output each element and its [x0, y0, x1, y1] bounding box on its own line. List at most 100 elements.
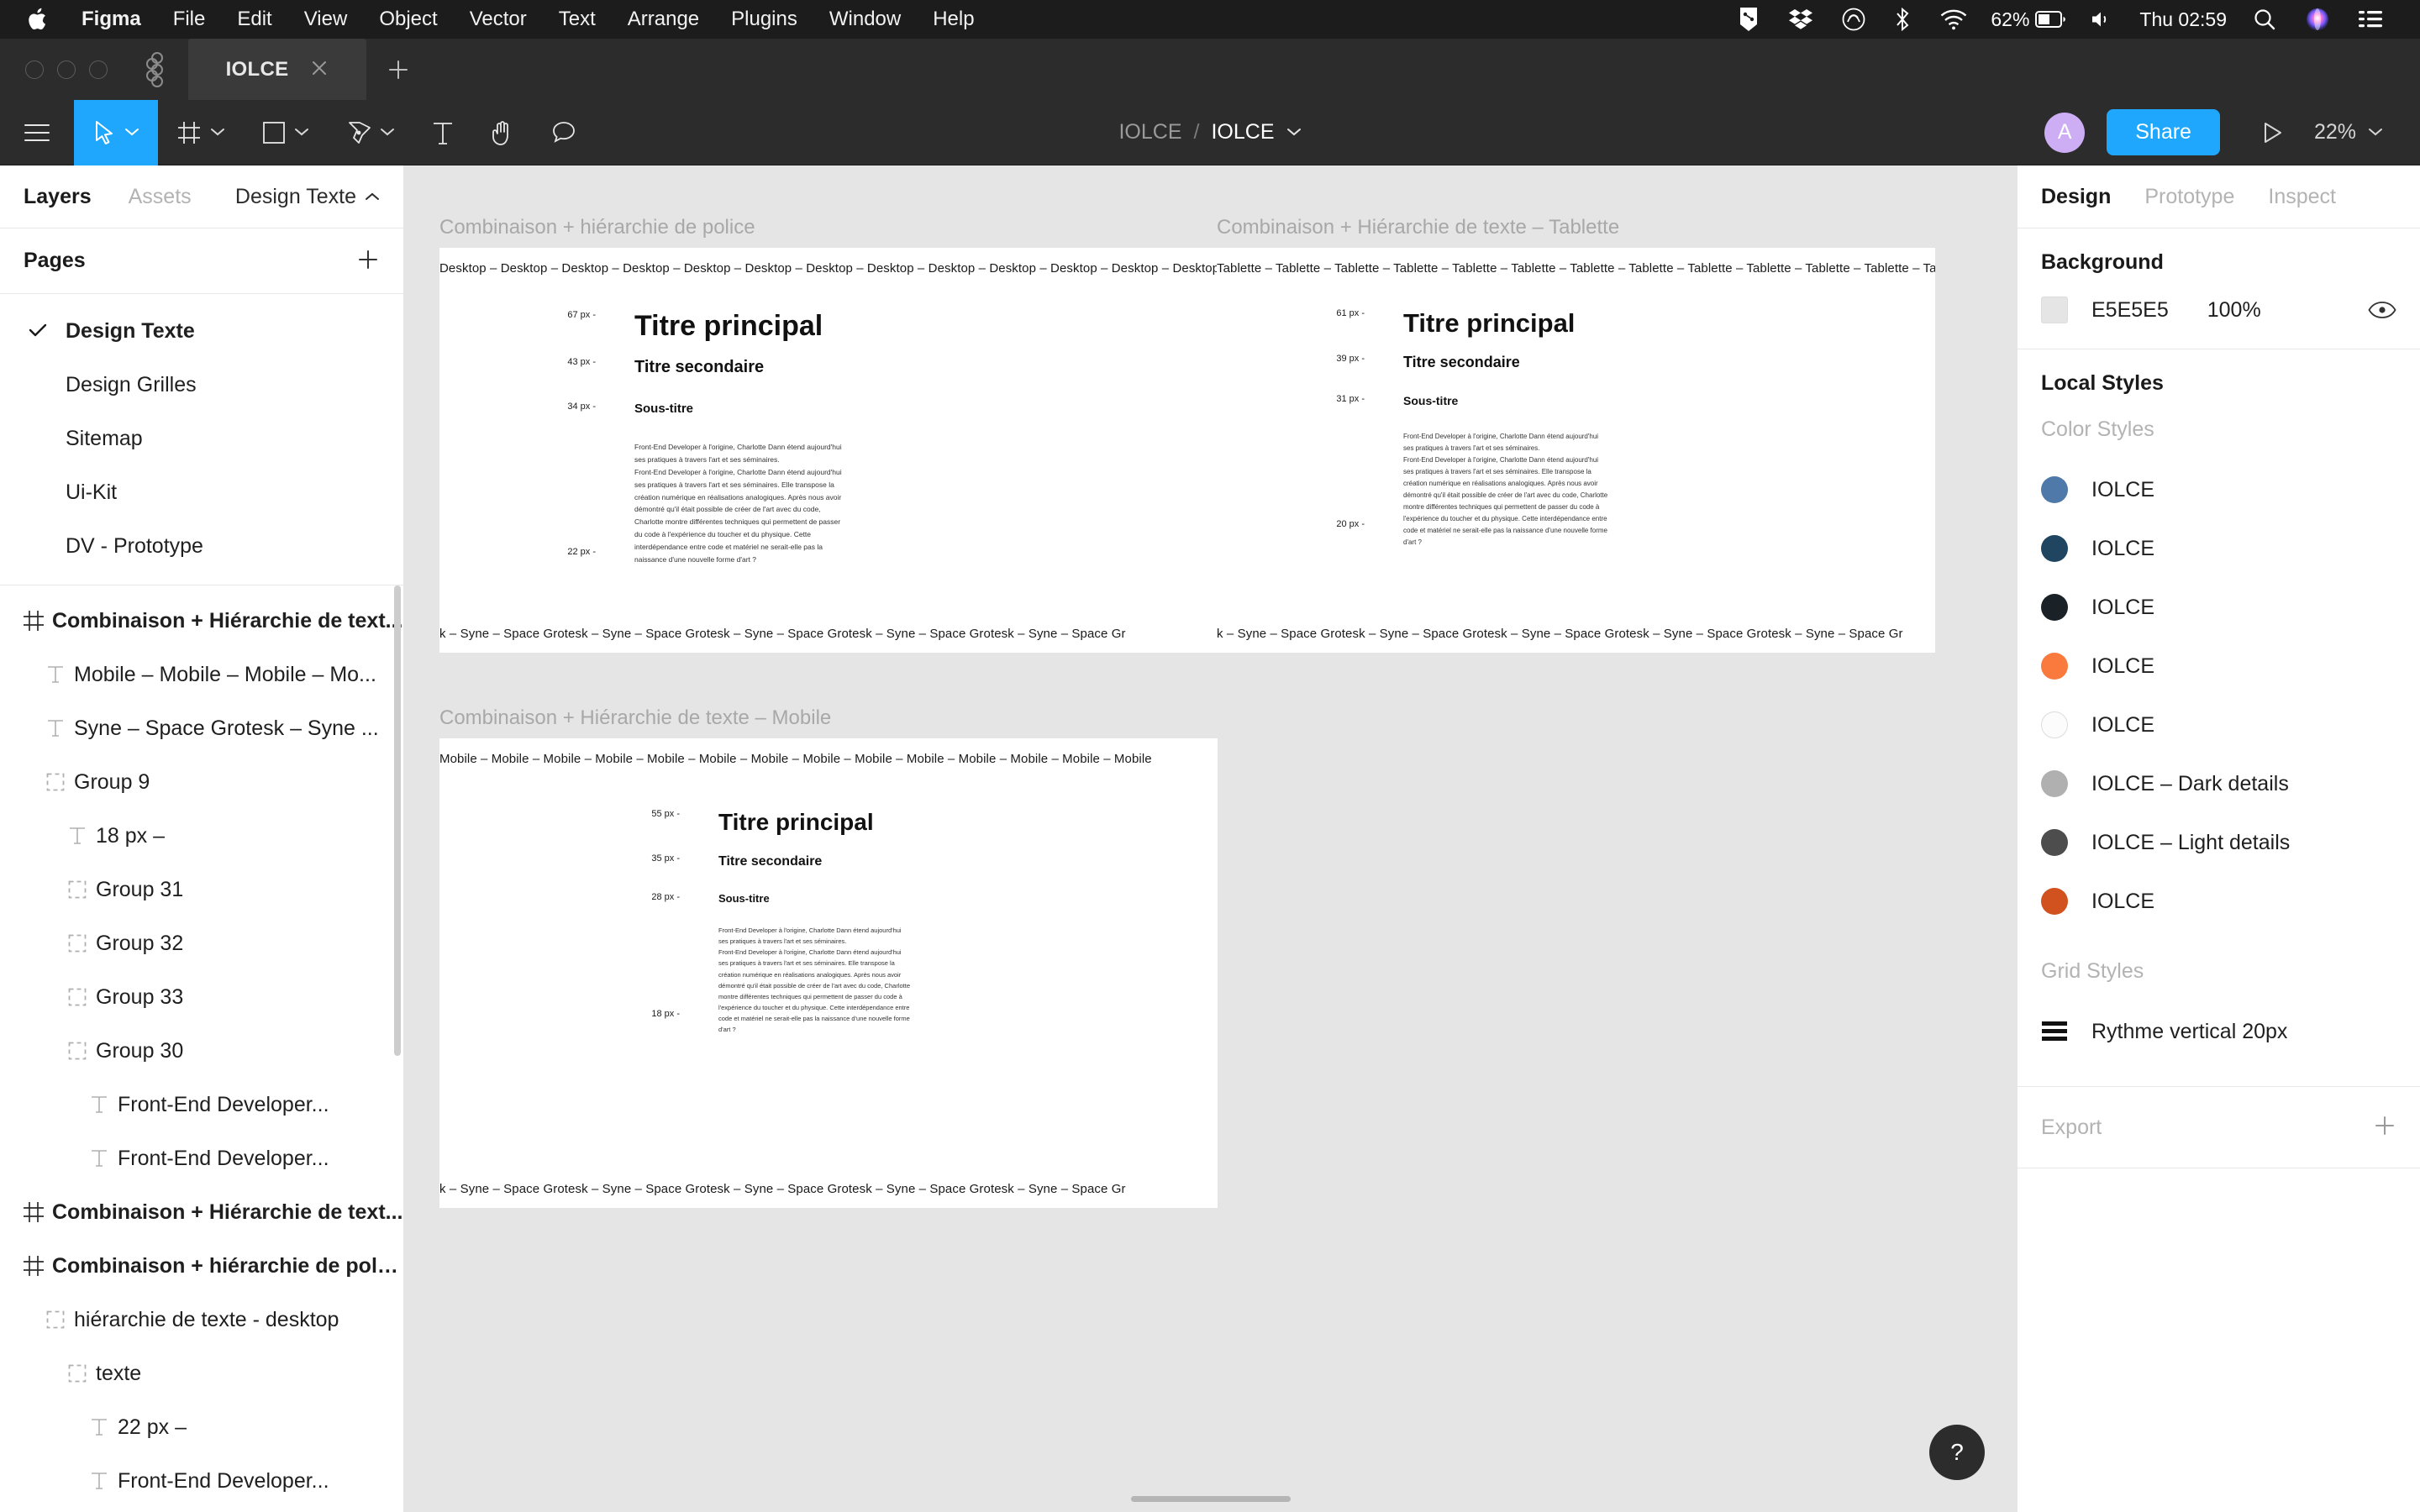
- document-tab-iolce[interactable]: IOLCE: [188, 39, 366, 100]
- color-style-item[interactable]: IOLCE: [2041, 519, 2396, 578]
- siri-icon[interactable]: [2291, 7, 2344, 32]
- color-style-item[interactable]: IOLCE: [2041, 637, 2396, 696]
- tab-design[interactable]: Design: [2041, 185, 2111, 209]
- color-style-item[interactable]: IOLCE: [2041, 696, 2396, 754]
- menu-item-window[interactable]: Window: [813, 0, 917, 39]
- present-play-icon[interactable]: [2244, 121, 2302, 144]
- avatar[interactable]: A: [2044, 112, 2086, 153]
- apple-icon[interactable]: [24, 7, 54, 32]
- tab-layers[interactable]: Layers: [24, 185, 92, 209]
- layer-row[interactable]: Group 33: [0, 970, 403, 1024]
- bluetooth-icon[interactable]: [1880, 7, 1925, 32]
- menu-item-plugins[interactable]: Plugins: [715, 0, 813, 39]
- frame-title[interactable]: Combinaison + hiérarchie de police: [439, 216, 1218, 239]
- chevron-down-icon[interactable]: [1286, 125, 1302, 139]
- figma-logo-icon[interactable]: [126, 39, 188, 100]
- close-icon[interactable]: [310, 59, 329, 81]
- color-style-item[interactable]: IOLCE: [2041, 578, 2396, 637]
- menu-item-vector[interactable]: Vector: [454, 0, 543, 39]
- chevron-down-icon[interactable]: [294, 125, 309, 139]
- chevron-down-icon[interactable]: [380, 125, 395, 139]
- help-button[interactable]: ?: [1929, 1425, 1985, 1480]
- window-close-button[interactable]: [25, 60, 44, 79]
- frame-mobile[interactable]: Combinaison + Hiérarchie de texte – Mobi…: [439, 706, 1218, 1208]
- layer-row[interactable]: Mobile – Mobile – Mobile – Mo...: [0, 648, 403, 701]
- color-style-item[interactable]: IOLCE: [2041, 460, 2396, 519]
- layer-row[interactable]: Group 31: [0, 863, 403, 916]
- frame-desktop[interactable]: Combinaison + hiérarchie de police Deskt…: [439, 216, 1218, 653]
- frame-tablette[interactable]: Combinaison + Hiérarchie de texte – Tabl…: [1217, 216, 1935, 653]
- menu-bar-clock[interactable]: Thu 02:59: [2128, 8, 2238, 31]
- layer-row[interactable]: Front-End Developer...: [0, 1078, 403, 1131]
- layer-row[interactable]: Group 9: [0, 755, 403, 809]
- menu-item-figma[interactable]: Figma: [66, 0, 157, 39]
- layer-row[interactable]: 18 px –: [0, 809, 403, 863]
- menu-item-view[interactable]: View: [288, 0, 364, 39]
- breadcrumb-current[interactable]: IOLCE: [1211, 120, 1274, 144]
- spotlight-search-icon[interactable]: [2238, 8, 2291, 31]
- volume-icon[interactable]: [2075, 9, 2128, 29]
- wifi-icon[interactable]: [1925, 8, 1982, 30]
- zoom-control[interactable]: 22%: [2302, 120, 2395, 144]
- layer-row[interactable]: 22 px –: [0, 1400, 403, 1454]
- color-style-item[interactable]: IOLCE – Light details: [2041, 813, 2396, 872]
- chevron-down-icon[interactable]: [210, 125, 225, 139]
- battery-status[interactable]: 62%: [1982, 8, 2075, 31]
- background-color-swatch[interactable]: [2041, 297, 2068, 323]
- breadcrumb-parent[interactable]: IOLCE: [1118, 120, 1181, 144]
- frame-title[interactable]: Combinaison + Hiérarchie de texte – Mobi…: [439, 706, 1218, 730]
- menu-item-edit[interactable]: Edit: [221, 0, 287, 39]
- pen-tool[interactable]: [328, 100, 413, 165]
- shape-tool[interactable]: [244, 100, 328, 165]
- tab-assets[interactable]: Assets: [129, 185, 192, 209]
- grid-style-item[interactable]: Rythme vertical 20px: [2041, 1002, 2396, 1061]
- menu-item-object[interactable]: Object: [363, 0, 453, 39]
- figma-status-icon[interactable]: [1723, 7, 1774, 32]
- tab-prototype[interactable]: Prototype: [2144, 185, 2234, 209]
- frame-body[interactable]: Mobile – Mobile – Mobile – Mobile – Mobi…: [439, 738, 1218, 1208]
- canvas-horizontal-scrollbar[interactable]: [1130, 1496, 1291, 1502]
- add-page-button[interactable]: [356, 246, 380, 276]
- left-panel-scrollbar[interactable]: [394, 585, 401, 1056]
- layer-row[interactable]: Syne – Space Grotesk – Syne ...: [0, 701, 403, 755]
- frame-body[interactable]: Tablette – Tablette – Tablette – Tablett…: [1217, 248, 1935, 653]
- text-tool[interactable]: [413, 100, 472, 165]
- frame-title[interactable]: Combinaison + Hiérarchie de texte – Tabl…: [1217, 216, 1935, 239]
- window-maximize-button[interactable]: [89, 60, 108, 79]
- menu-item-help[interactable]: Help: [917, 0, 990, 39]
- tab-inspect[interactable]: Inspect: [2268, 185, 2336, 209]
- layer-row[interactable]: Front-End Developer...: [0, 1131, 403, 1185]
- page-item-ui-kit[interactable]: Ui-Kit: [0, 465, 403, 519]
- dropbox-icon[interactable]: [1774, 8, 1828, 31]
- page-item-dv-prototype[interactable]: DV - Prototype: [0, 519, 403, 573]
- menu-item-text[interactable]: Text: [543, 0, 612, 39]
- layer-row[interactable]: texte: [0, 1347, 403, 1400]
- layer-row[interactable]: Group 30: [0, 1024, 403, 1078]
- chevron-down-icon[interactable]: [124, 125, 139, 139]
- color-style-item[interactable]: IOLCE – Dark details: [2041, 754, 2396, 813]
- layer-row[interactable]: Combinaison + Hiérarchie de text...: [0, 1185, 403, 1239]
- layer-row[interactable]: Combinaison + Hiérarchie de text...: [0, 594, 403, 648]
- frame-tool[interactable]: [158, 100, 244, 165]
- window-minimize-button[interactable]: [57, 60, 76, 79]
- layer-row[interactable]: Group 32: [0, 916, 403, 970]
- page-selector[interactable]: Design Texte: [235, 185, 380, 209]
- hamburger-menu-icon[interactable]: [0, 100, 74, 165]
- background-hex-value[interactable]: E5E5E5: [2091, 298, 2169, 323]
- chevron-down-icon[interactable]: [2368, 125, 2383, 139]
- design-canvas[interactable]: Combinaison + hiérarchie de police Deskt…: [404, 165, 2017, 1512]
- control-center-icon[interactable]: [2344, 9, 2398, 29]
- menu-item-file[interactable]: File: [157, 0, 222, 39]
- color-style-item[interactable]: IOLCE: [2041, 872, 2396, 931]
- layer-row[interactable]: Front-End Developer...: [0, 1454, 403, 1508]
- hand-tool[interactable]: [472, 100, 533, 165]
- page-item-design-texte[interactable]: Design Texte: [0, 304, 403, 358]
- add-export-button[interactable]: [2373, 1112, 2396, 1142]
- new-tab-button[interactable]: [366, 39, 430, 100]
- creative-cloud-icon[interactable]: [1828, 8, 1880, 31]
- share-button[interactable]: Share: [2107, 109, 2220, 155]
- comment-tool[interactable]: [533, 100, 595, 165]
- background-opacity-value[interactable]: 100%: [2207, 298, 2261, 323]
- eye-icon[interactable]: [2368, 301, 2396, 319]
- layer-row[interactable]: hiérarchie de texte - desktop: [0, 1293, 403, 1347]
